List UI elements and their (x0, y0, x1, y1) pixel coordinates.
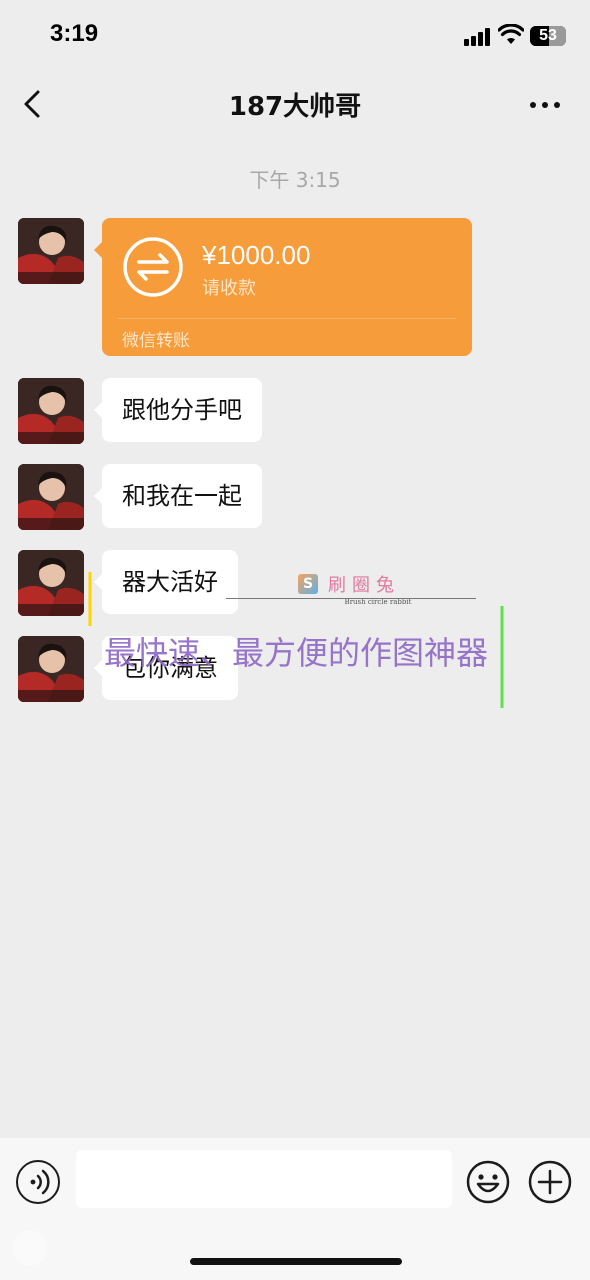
message-bubble[interactable]: 器大活好 (94, 550, 238, 614)
avatar[interactable] (18, 378, 84, 444)
message-input[interactable] (76, 1150, 452, 1208)
chat-header: 187大帅哥 (0, 72, 590, 138)
battery-icon: 53 (530, 26, 566, 46)
plus-icon[interactable] (528, 1160, 572, 1204)
message-bubble[interactable]: 包你满意 (94, 636, 238, 700)
cellular-signal-icon (464, 28, 492, 46)
transfer-source-label: 微信转账 (122, 331, 190, 351)
overlay-logo (12, 1230, 48, 1266)
transfer-arrows-icon (123, 237, 183, 297)
message-bubble[interactable]: 和我在一起 (94, 464, 262, 528)
status-time: 3:19 (50, 20, 99, 47)
battery-level: 53 (539, 27, 557, 44)
avatar[interactable] (18, 636, 84, 702)
avatar[interactable] (18, 550, 84, 616)
emoji-icon[interactable] (466, 1160, 510, 1204)
watermark-logo: S 刷圈兔 Brush circle rabbit (298, 568, 458, 606)
watermark-divider (226, 598, 476, 599)
transfer-amount: ¥1000.00 (202, 240, 311, 270)
voice-icon[interactable] (16, 1160, 60, 1204)
watermark-logo-subtitle: Brush circle rabbit (344, 598, 412, 606)
avatar[interactable] (18, 218, 84, 284)
watermark-logo-mark: S (298, 574, 318, 594)
chat-timestamp: 下午 3:15 (249, 168, 341, 192)
transfer-divider (118, 318, 456, 319)
chat-screen: 3:19 53 187大帅哥 下午 3:15 ¥1000.00 请收款 微信转账… (0, 0, 590, 1280)
transfer-status: 请收款 (202, 278, 256, 299)
chat-title: 187大帅哥 (228, 92, 362, 122)
wifi-icon (498, 24, 524, 44)
status-bar: 3:19 53 (0, 0, 590, 72)
home-indicator[interactable] (190, 1258, 402, 1265)
avatar[interactable] (18, 464, 84, 530)
transfer-card[interactable]: ¥1000.00 请收款 微信转账 (94, 218, 472, 356)
message-bubble[interactable]: 跟他分手吧 (94, 378, 262, 442)
watermark-logo-text: 刷圈兔 (328, 575, 400, 596)
more-horizontal-icon[interactable] (530, 94, 562, 114)
